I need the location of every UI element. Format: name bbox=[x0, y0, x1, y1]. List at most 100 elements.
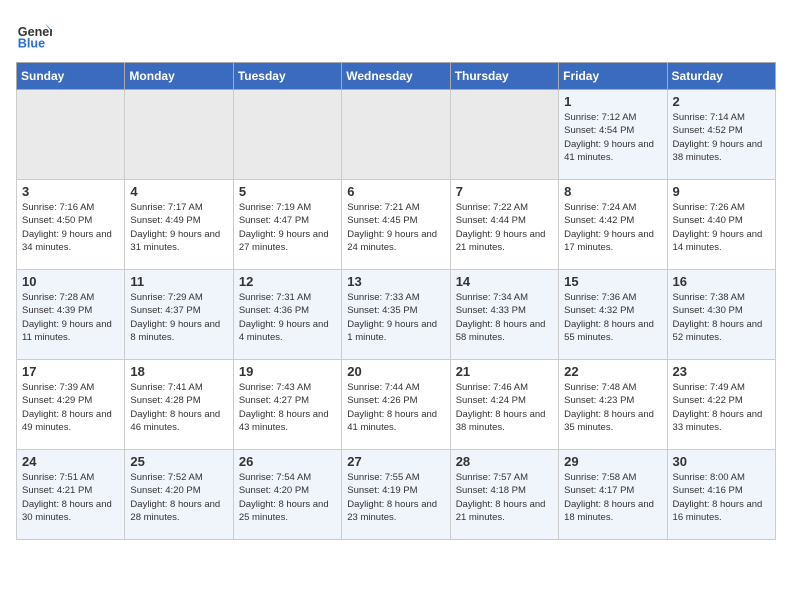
calendar-day-cell: 20Sunrise: 7:44 AM Sunset: 4:26 PM Dayli… bbox=[342, 360, 450, 450]
logo: General Blue bbox=[16, 16, 56, 52]
calendar-week-row: 3Sunrise: 7:16 AM Sunset: 4:50 PM Daylig… bbox=[17, 180, 776, 270]
day-number: 24 bbox=[22, 454, 119, 469]
calendar-day-cell: 21 Sunrise: 7:46 AM Sunset: 4:24 PM Dayli… bbox=[450, 360, 558, 450]
calendar-day-cell: 13 Sunrise: 7:33 AM Sunset: 4:35 PM Dayli… bbox=[342, 270, 450, 360]
day-info: Sunrise: 7:57 AM Sunset: 4:18 PM Dayligh… bbox=[456, 471, 553, 524]
calendar-day-cell: 9 Sunrise: 7:26 AM Sunset: 4:40 PM Daylig… bbox=[667, 180, 775, 270]
calendar-day-cell: 6 Sunrise: 7:21 AM Sunset: 4:45 PM Daylig… bbox=[342, 180, 450, 270]
calendar-day-cell: 14 Sunrise: 7:34 AM Sunset: 4:33 PM Dayli… bbox=[450, 270, 558, 360]
weekday-header: Sunday bbox=[17, 63, 125, 90]
day-info: Sunrise: 7:21 AM Sunset: 4:45 PM Dayligh… bbox=[347, 201, 444, 254]
calendar-week-row: 10 Sunrise: 7:28 AM Sunset: 4:39 PM Dayli… bbox=[17, 270, 776, 360]
calendar-day-cell bbox=[450, 90, 558, 180]
calendar-week-row: 24Sunrise: 7:51 AM Sunset: 4:21 PM Dayli… bbox=[17, 450, 776, 540]
day-number: 28 bbox=[456, 454, 553, 469]
day-number: 11 bbox=[130, 274, 227, 289]
day-info: Sunrise: 7:54 AM Sunset: 4:20 PM Dayligh… bbox=[239, 471, 336, 524]
day-number: 17 bbox=[22, 364, 119, 379]
day-info: Sunrise: 7:31 AM Sunset: 4:36 PM Dayligh… bbox=[239, 291, 336, 344]
calendar-day-cell: 11 Sunrise: 7:29 AM Sunset: 4:37 PM Dayli… bbox=[125, 270, 233, 360]
day-number: 1 bbox=[564, 94, 661, 109]
day-number: 6 bbox=[347, 184, 444, 199]
day-info: Sunrise: 7:33 AM Sunset: 4:35 PM Dayligh… bbox=[347, 291, 444, 344]
calendar-day-cell: 3Sunrise: 7:16 AM Sunset: 4:50 PM Daylig… bbox=[17, 180, 125, 270]
day-info: Sunrise: 7:22 AM Sunset: 4:44 PM Dayligh… bbox=[456, 201, 553, 254]
day-info: Sunrise: 7:55 AM Sunset: 4:19 PM Dayligh… bbox=[347, 471, 444, 524]
day-info: Sunrise: 7:52 AM Sunset: 4:20 PM Dayligh… bbox=[130, 471, 227, 524]
calendar-day-cell: 29 Sunrise: 7:58 AM Sunset: 4:17 PM Dayli… bbox=[559, 450, 667, 540]
day-number: 9 bbox=[673, 184, 770, 199]
calendar-day-cell: 17 Sunrise: 7:39 AM Sunset: 4:29 PM Dayli… bbox=[17, 360, 125, 450]
day-info: Sunrise: 7:29 AM Sunset: 4:37 PM Dayligh… bbox=[130, 291, 227, 344]
day-number: 14 bbox=[456, 274, 553, 289]
day-info: Sunrise: 7:41 AM Sunset: 4:28 PM Dayligh… bbox=[130, 381, 227, 434]
calendar-day-cell: 26Sunrise: 7:54 AM Sunset: 4:20 PM Dayli… bbox=[233, 450, 341, 540]
day-number: 16 bbox=[673, 274, 770, 289]
day-number: 18 bbox=[130, 364, 227, 379]
day-number: 21 bbox=[456, 364, 553, 379]
calendar-day-cell: 16 Sunrise: 7:38 AM Sunset: 4:30 PM Dayli… bbox=[667, 270, 775, 360]
calendar-day-cell bbox=[17, 90, 125, 180]
calendar-week-row: 17 Sunrise: 7:39 AM Sunset: 4:29 PM Dayli… bbox=[17, 360, 776, 450]
day-number: 12 bbox=[239, 274, 336, 289]
day-number: 22 bbox=[564, 364, 661, 379]
calendar-day-cell: 8 Sunrise: 7:24 AM Sunset: 4:42 PM Daylig… bbox=[559, 180, 667, 270]
calendar-day-cell: 23Sunrise: 7:49 AM Sunset: 4:22 PM Dayli… bbox=[667, 360, 775, 450]
calendar-day-cell: 22 Sunrise: 7:48 AM Sunset: 4:23 PM Dayli… bbox=[559, 360, 667, 450]
day-number: 25 bbox=[130, 454, 227, 469]
day-number: 8 bbox=[564, 184, 661, 199]
calendar-day-cell: 25 Sunrise: 7:52 AM Sunset: 4:20 PM Dayli… bbox=[125, 450, 233, 540]
day-info: Sunrise: 7:48 AM Sunset: 4:23 PM Dayligh… bbox=[564, 381, 661, 434]
calendar-day-cell: 1Sunrise: 7:12 AM Sunset: 4:54 PM Daylig… bbox=[559, 90, 667, 180]
page-header: General Blue bbox=[16, 16, 776, 52]
day-info: Sunrise: 7:26 AM Sunset: 4:40 PM Dayligh… bbox=[673, 201, 770, 254]
day-info: Sunrise: 7:36 AM Sunset: 4:32 PM Dayligh… bbox=[564, 291, 661, 344]
calendar-day-cell: 27 Sunrise: 7:55 AM Sunset: 4:19 PM Dayli… bbox=[342, 450, 450, 540]
day-number: 10 bbox=[22, 274, 119, 289]
calendar-day-cell bbox=[233, 90, 341, 180]
calendar-day-cell: 18 Sunrise: 7:41 AM Sunset: 4:28 PM Dayli… bbox=[125, 360, 233, 450]
day-info: Sunrise: 7:39 AM Sunset: 4:29 PM Dayligh… bbox=[22, 381, 119, 434]
day-number: 7 bbox=[456, 184, 553, 199]
weekday-header: Friday bbox=[559, 63, 667, 90]
day-number: 15 bbox=[564, 274, 661, 289]
calendar-day-cell: 2Sunrise: 7:14 AM Sunset: 4:52 PM Daylig… bbox=[667, 90, 775, 180]
day-info: Sunrise: 7:58 AM Sunset: 4:17 PM Dayligh… bbox=[564, 471, 661, 524]
calendar-day-cell: 10 Sunrise: 7:28 AM Sunset: 4:39 PM Dayli… bbox=[17, 270, 125, 360]
calendar-day-cell: 4Sunrise: 7:17 AM Sunset: 4:49 PM Daylig… bbox=[125, 180, 233, 270]
calendar-day-cell: 30 Sunrise: 8:00 AM Sunset: 4:16 PM Dayli… bbox=[667, 450, 775, 540]
day-info: Sunrise: 7:24 AM Sunset: 4:42 PM Dayligh… bbox=[564, 201, 661, 254]
weekday-header: Wednesday bbox=[342, 63, 450, 90]
day-number: 3 bbox=[22, 184, 119, 199]
logo-icon: General Blue bbox=[16, 16, 52, 52]
calendar-day-cell: 28 Sunrise: 7:57 AM Sunset: 4:18 PM Dayli… bbox=[450, 450, 558, 540]
calendar-header-row: SundayMondayTuesdayWednesdayThursdayFrid… bbox=[17, 63, 776, 90]
calendar-table: SundayMondayTuesdayWednesdayThursdayFrid… bbox=[16, 62, 776, 540]
calendar-day-cell: 12 Sunrise: 7:31 AM Sunset: 4:36 PM Dayli… bbox=[233, 270, 341, 360]
day-number: 29 bbox=[564, 454, 661, 469]
day-info: Sunrise: 7:46 AM Sunset: 4:24 PM Dayligh… bbox=[456, 381, 553, 434]
day-info: Sunrise: 7:38 AM Sunset: 4:30 PM Dayligh… bbox=[673, 291, 770, 344]
calendar-day-cell: 5Sunrise: 7:19 AM Sunset: 4:47 PM Daylig… bbox=[233, 180, 341, 270]
day-number: 13 bbox=[347, 274, 444, 289]
calendar-day-cell bbox=[342, 90, 450, 180]
weekday-header: Monday bbox=[125, 63, 233, 90]
day-info: Sunrise: 7:34 AM Sunset: 4:33 PM Dayligh… bbox=[456, 291, 553, 344]
weekday-header: Tuesday bbox=[233, 63, 341, 90]
day-number: 30 bbox=[673, 454, 770, 469]
calendar-week-row: 1Sunrise: 7:12 AM Sunset: 4:54 PM Daylig… bbox=[17, 90, 776, 180]
day-info: Sunrise: 7:28 AM Sunset: 4:39 PM Dayligh… bbox=[22, 291, 119, 344]
calendar-day-cell bbox=[125, 90, 233, 180]
day-info: Sunrise: 7:14 AM Sunset: 4:52 PM Dayligh… bbox=[673, 111, 770, 164]
calendar-day-cell: 15 Sunrise: 7:36 AM Sunset: 4:32 PM Dayli… bbox=[559, 270, 667, 360]
weekday-header: Thursday bbox=[450, 63, 558, 90]
day-info: Sunrise: 8:00 AM Sunset: 4:16 PM Dayligh… bbox=[673, 471, 770, 524]
day-info: Sunrise: 7:49 AM Sunset: 4:22 PM Dayligh… bbox=[673, 381, 770, 434]
svg-text:Blue: Blue bbox=[18, 37, 45, 51]
calendar-day-cell: 19Sunrise: 7:43 AM Sunset: 4:27 PM Dayli… bbox=[233, 360, 341, 450]
day-number: 4 bbox=[130, 184, 227, 199]
day-number: 27 bbox=[347, 454, 444, 469]
day-info: Sunrise: 7:43 AM Sunset: 4:27 PM Dayligh… bbox=[239, 381, 336, 434]
day-info: Sunrise: 7:19 AM Sunset: 4:47 PM Dayligh… bbox=[239, 201, 336, 254]
weekday-header: Saturday bbox=[667, 63, 775, 90]
